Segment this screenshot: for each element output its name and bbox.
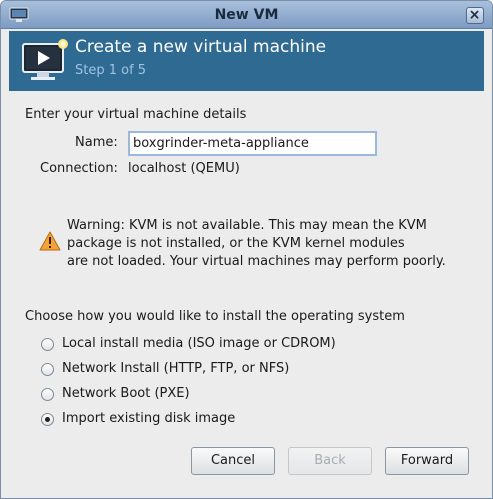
warning-triangle-icon [39, 231, 61, 251]
name-label: Name: [75, 135, 118, 150]
radio-label: Network Install (HTTP, FTP, or NFS) [62, 361, 290, 376]
radio-label: Import existing disk image [62, 411, 236, 426]
warning-line-2: package is not installed, or the KVM ker… [67, 236, 405, 251]
name-field[interactable] [128, 131, 377, 156]
radio-button[interactable] [41, 388, 54, 401]
back-button[interactable]: Back [288, 447, 372, 475]
kvm-warning: Warning: KVM is not available. This may … [39, 215, 484, 275]
connection-value: localhost (QEMU) [128, 161, 240, 176]
titlebar[interactable]: New VM [1, 1, 492, 29]
banner-title: Create a new virtual machine [75, 37, 327, 57]
details-section-label: Enter your virtual machine details [25, 107, 247, 122]
content-area: Enter your virtual machine details Name:… [9, 97, 484, 492]
radio-button[interactable] [41, 363, 54, 376]
connection-label: Connection: [40, 161, 118, 176]
warning-text: Warning: KVM is not available. This may … [67, 217, 446, 271]
forward-button[interactable]: Forward [385, 447, 469, 475]
warning-line-1: Warning: KVM is not available. This may … [67, 218, 427, 233]
cancel-button[interactable]: Cancel [191, 447, 275, 475]
monitor-play-icon [22, 39, 68, 80]
close-button[interactable] [466, 7, 484, 24]
header-banner: Create a new virtual machine Step 1 of 5 [9, 31, 484, 91]
new-vm-window: New VM Create a new virtual machine Step… [0, 0, 493, 499]
install-section-label: Choose how you would like to install the… [25, 309, 405, 324]
radio-button[interactable] [41, 338, 54, 351]
radio-label: Network Boot (PXE) [62, 386, 190, 401]
step-indicator: Step 1 of 5 [75, 63, 147, 78]
warning-line-3: are not loaded. Your virtual machines ma… [67, 254, 446, 269]
close-icon [470, 10, 479, 19]
radio-label: Local install media (ISO image or CDROM) [62, 336, 336, 351]
window-title: New VM [214, 7, 279, 23]
radio-button-checked[interactable] [41, 413, 54, 426]
